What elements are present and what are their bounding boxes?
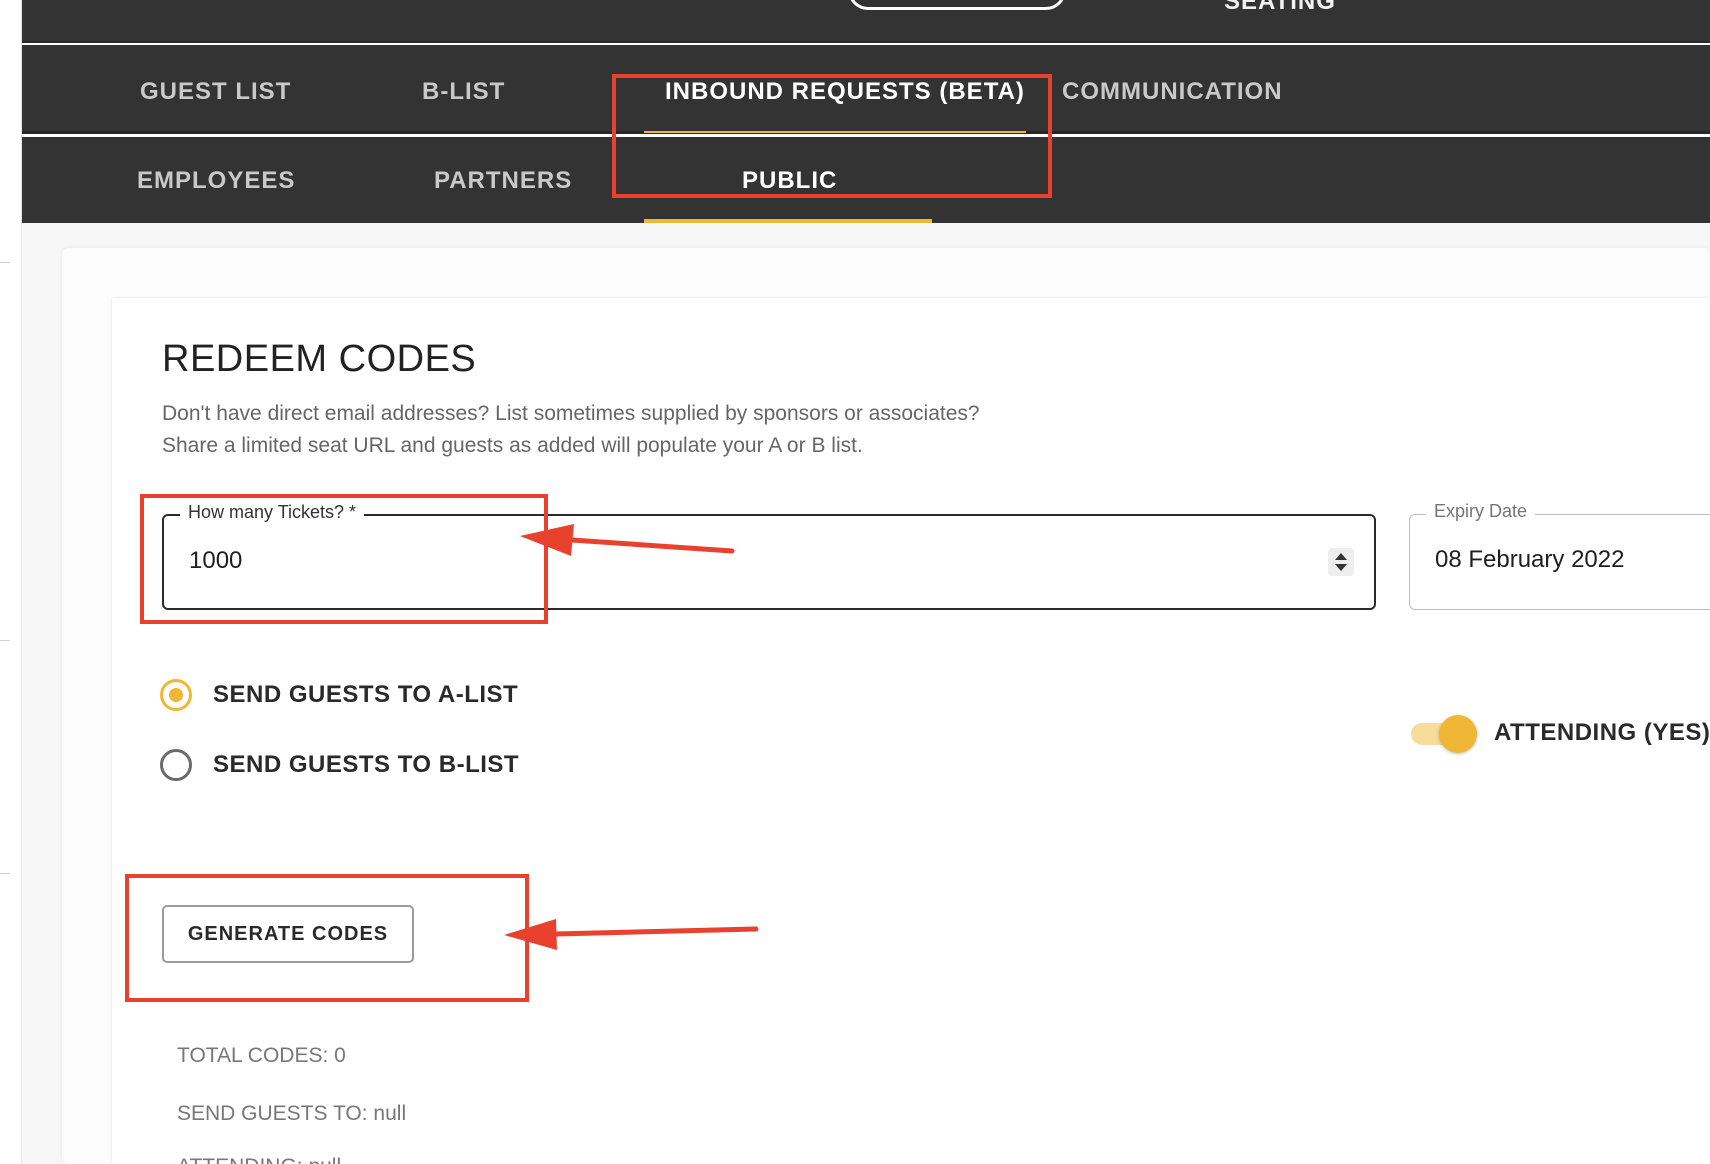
toggle-switch[interactable] [1409, 713, 1477, 753]
number-stepper[interactable] [1328, 548, 1354, 576]
toggle-thumb[interactable] [1439, 715, 1477, 753]
expiry-date-label: Expiry Date [1426, 501, 1536, 522]
tab-guest-list[interactable]: GUEST LIST [140, 78, 291, 106]
tab-employees[interactable]: EMPLOYEES [137, 167, 295, 195]
radio-send-to-a-list[interactable]: SEND GUESTS TO A-LIST [160, 679, 518, 711]
expiry-date-field[interactable]: Expiry Date [1409, 501, 1710, 610]
annotation-box-tabs [612, 74, 1052, 198]
total-codes-text: TOTAL CODES: 0 [177, 1044, 346, 1067]
tab-communication[interactable]: COMMUNICATION [1062, 78, 1283, 106]
header-seating-link[interactable]: SEATING [1224, 0, 1336, 16]
tab-b-list[interactable]: B-LIST [422, 78, 505, 106]
radio-a-label: SEND GUESTS TO A-LIST [213, 681, 519, 708]
expiry-date-input[interactable] [1435, 546, 1710, 574]
radio-send-to-b-list[interactable]: SEND GUESTS TO B-LIST [160, 749, 519, 781]
annotation-box-tickets [140, 494, 548, 624]
annotation-box-generate [125, 874, 529, 1002]
edge-tick [0, 262, 10, 263]
stepper-up-icon[interactable] [1335, 553, 1347, 560]
left-edge-strip [0, 0, 22, 1164]
page-title: REDEEM CODES [162, 338, 477, 380]
attending-toggle[interactable]: ATTENDING (YES) [1409, 713, 1710, 753]
header-search-pill[interactable] [848, 0, 1066, 10]
radio-unchecked-icon[interactable] [160, 749, 192, 781]
radio-checked-icon[interactable] [160, 679, 192, 711]
radio-b-label: SEND GUESTS TO B-LIST [213, 751, 520, 778]
top-header-bar: SEATING [22, 0, 1710, 43]
app-window: SEATING GUEST LIST B-LIST INBOUND REQUES… [0, 0, 1710, 1164]
attending-status-text: ATTENDING: null [177, 1155, 341, 1164]
edge-tick [0, 873, 10, 874]
attending-label: ATTENDING (YES) [1494, 719, 1710, 746]
edge-tick [0, 640, 10, 641]
description-line-1: Don't have direct email addresses? List … [162, 402, 980, 425]
description-line-2: Share a limited seat URL and guests as a… [162, 434, 863, 457]
tab-partners[interactable]: PARTNERS [434, 167, 572, 195]
stepper-down-icon[interactable] [1335, 564, 1347, 571]
send-guests-to-text: SEND GUESTS TO: null [177, 1102, 407, 1125]
